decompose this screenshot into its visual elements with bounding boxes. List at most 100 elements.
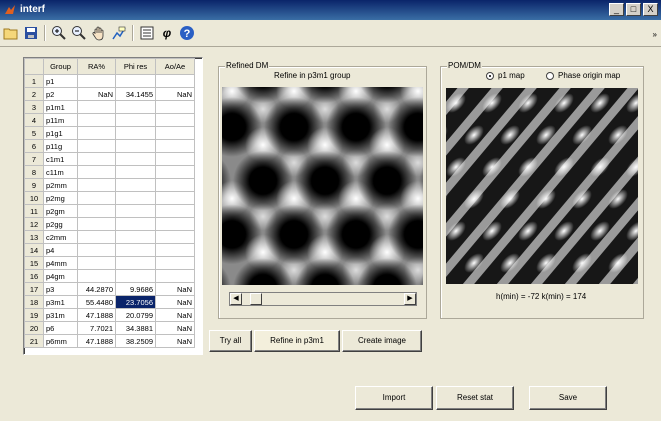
table-cell[interactable]	[77, 243, 116, 257]
table-cell[interactable]	[115, 100, 156, 114]
table-cell[interactable]	[155, 139, 195, 153]
refined-scrollbar[interactable]: ◀ ▶	[229, 292, 417, 306]
table-cell[interactable]: p2mg	[43, 191, 78, 205]
table-row[interactable]: 8 c11m	[24, 165, 195, 179]
table-cell[interactable]	[115, 204, 156, 218]
toolbar-overflow-icon[interactable]: »	[653, 30, 657, 39]
table-cell[interactable]: p4mm	[43, 256, 78, 270]
table-row[interactable]: 3 p1m1	[24, 100, 195, 114]
table-cell[interactable]	[77, 100, 116, 114]
table-cell[interactable]	[115, 191, 156, 205]
table-cell[interactable]: p6mm	[43, 334, 78, 348]
column-header[interactable]	[24, 58, 44, 75]
table-row[interactable]: 1 p1	[24, 74, 195, 88]
table-cell[interactable]: NaN	[155, 308, 195, 322]
table-cell[interactable]	[155, 113, 195, 127]
import-button[interactable]: Import	[355, 386, 433, 410]
scroll-left-button[interactable]: ◀	[230, 293, 242, 305]
table-cell[interactable]: p1g1	[43, 126, 78, 140]
table-row[interactable]: 14 p4	[24, 243, 195, 257]
table-row[interactable]: 7 c1m1	[24, 152, 195, 166]
table-cell[interactable]	[155, 269, 195, 283]
table-cell[interactable]	[77, 152, 116, 166]
save-icon[interactable]	[22, 24, 40, 42]
refined-density-map[interactable]	[222, 87, 423, 285]
table-cell[interactable]: p2gm	[43, 204, 78, 218]
radio-p1-map[interactable]: p1 map	[486, 71, 525, 80]
table-cell[interactable]: p3m1	[43, 295, 78, 309]
table-cell[interactable]: NaN	[155, 321, 195, 335]
table-row[interactable]: 9 p2mm	[24, 178, 195, 192]
table-row[interactable]: 15 p4mm	[24, 256, 195, 270]
table-row[interactable]: 10 p2mg	[24, 191, 195, 205]
table-cell[interactable]	[155, 230, 195, 244]
table-cell[interactable]	[115, 74, 156, 88]
table-cell[interactable]	[115, 243, 156, 257]
table-cell[interactable]: 9.9686	[115, 282, 156, 296]
symmetry-table[interactable]: Group RA% Phi res Ao/Ae 1 p1 2 p2 NaN 34.1455 NaN…	[23, 57, 203, 355]
table-cell[interactable]: 20.0799	[115, 308, 156, 322]
table-cell[interactable]: 55.4480	[77, 295, 116, 309]
table-cell[interactable]: p2	[43, 87, 78, 101]
table-row[interactable]: 12 p2gg	[24, 217, 195, 231]
table-cell[interactable]: NaN	[155, 295, 195, 309]
table-cell[interactable]	[155, 74, 195, 88]
table-cell[interactable]	[115, 178, 156, 192]
maximize-button[interactable]: □	[626, 3, 641, 16]
table-cell[interactable]: 34.3881	[115, 321, 156, 335]
table-cell[interactable]	[115, 126, 156, 140]
table-cell[interactable]	[115, 256, 156, 270]
table-cell[interactable]: p4	[43, 243, 78, 257]
table-cell[interactable]	[77, 165, 116, 179]
table-cell[interactable]: NaN	[155, 282, 195, 296]
table-cell[interactable]	[155, 178, 195, 192]
table-cell[interactable]: NaN	[77, 87, 116, 101]
table-cell[interactable]: 47.1888	[77, 308, 116, 322]
table-cell[interactable]	[77, 139, 116, 153]
table-cell[interactable]: p2mm	[43, 178, 78, 192]
table-row[interactable]: 4 p11m	[24, 113, 195, 127]
table-cell[interactable]: c2mm	[43, 230, 78, 244]
table-cell[interactable]	[115, 269, 156, 283]
table-cell[interactable]	[115, 152, 156, 166]
table-row[interactable]: 5 p1g1	[24, 126, 195, 140]
table-row[interactable]: 17 p3 44.2870 9.9686 NaN	[24, 282, 195, 296]
phi-icon[interactable]: φ	[158, 24, 176, 42]
table-cell[interactable]	[115, 139, 156, 153]
table-row[interactable]: 11 p2gm	[24, 204, 195, 218]
close-button[interactable]: X	[643, 3, 658, 16]
table-cell[interactable]: p6	[43, 321, 78, 335]
scroll-thumb[interactable]	[250, 293, 262, 305]
table-row[interactable]: 19 p31m 47.1888 20.0799 NaN	[24, 308, 195, 322]
table-cell[interactable]	[155, 191, 195, 205]
reset-stat-button[interactable]: Reset stat	[436, 386, 514, 410]
radio-phase-dot[interactable]	[546, 71, 554, 80]
table-cell[interactable]: 44.2870	[77, 282, 116, 296]
column-header[interactable]: RA%	[77, 58, 116, 75]
data-cursor-icon[interactable]	[110, 24, 128, 42]
column-header[interactable]: Phi res	[115, 58, 156, 75]
refine-button[interactable]: Refine in p3m1	[254, 330, 340, 352]
table-row[interactable]: 13 c2mm	[24, 230, 195, 244]
table-cell[interactable]: p1m1	[43, 100, 78, 114]
create-image-button[interactable]: Create image	[342, 330, 422, 352]
table-row[interactable]: 6 p11g	[24, 139, 195, 153]
table-cell[interactable]	[77, 191, 116, 205]
table-row[interactable]: 2 p2 NaN 34.1455 NaN	[24, 87, 195, 101]
table-cell[interactable]	[77, 74, 116, 88]
table-cell[interactable]	[115, 113, 156, 127]
radio-p1-dot[interactable]	[486, 71, 494, 80]
table-cell[interactable]: c11m	[43, 165, 78, 179]
zoom-in-icon[interactable]	[50, 24, 68, 42]
table-cell[interactable]: 23.7056	[115, 295, 156, 309]
table-cell[interactable]: p4gm	[43, 269, 78, 283]
help-icon[interactable]: ?	[178, 24, 196, 42]
table-cell[interactable]	[155, 204, 195, 218]
table-cell[interactable]	[77, 178, 116, 192]
table-cell[interactable]	[155, 165, 195, 179]
table-cell[interactable]	[155, 256, 195, 270]
list-icon[interactable]	[138, 24, 156, 42]
save-button[interactable]: Save	[529, 386, 607, 410]
symmetry-grid[interactable]: Group RA% Phi res Ao/Ae 1 p1 2 p2 NaN 34.1455 NaN…	[24, 58, 195, 348]
table-cell[interactable]: NaN	[155, 334, 195, 348]
